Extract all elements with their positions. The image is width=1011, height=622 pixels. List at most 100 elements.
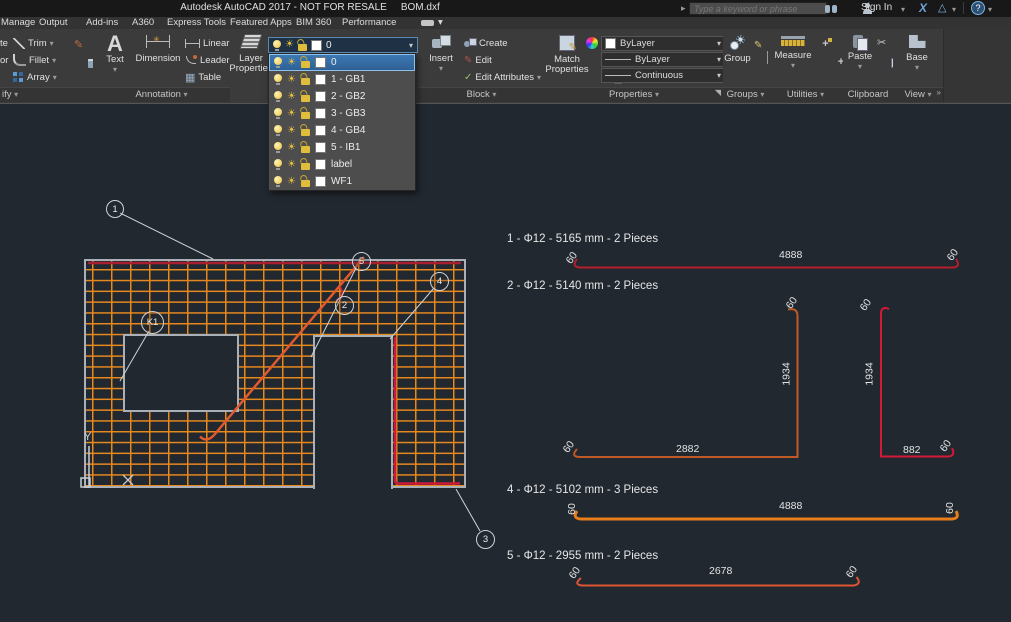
layer-on-icon[interactable] xyxy=(274,74,282,85)
properties-panel-label[interactable]: Properties ◥ xyxy=(545,87,723,102)
layer-color-swatch[interactable] xyxy=(315,159,326,170)
layer-thaw-icon[interactable] xyxy=(287,143,296,153)
utilities-panel-label[interactable]: Utilities xyxy=(768,87,843,102)
app-manager-icon[interactable]: △ xyxy=(938,1,946,15)
modify-panel-label[interactable]: ify xyxy=(0,87,93,102)
tab-output[interactable]: Output xyxy=(39,17,68,29)
app-manager-caret-icon[interactable] xyxy=(952,3,956,17)
layer-unlock-icon[interactable] xyxy=(301,112,310,119)
layer-row-gb4[interactable]: 4 - GB4 xyxy=(269,122,415,139)
view-panel-label[interactable]: View » xyxy=(893,87,943,102)
text-caret-icon[interactable] xyxy=(113,65,117,75)
layer-color-swatch[interactable] xyxy=(315,108,326,119)
array-button[interactable]: Array xyxy=(13,70,57,84)
tab-a360[interactable]: A360 xyxy=(132,17,154,29)
insert-button[interactable]: Insert xyxy=(424,35,458,74)
help-caret-icon[interactable] xyxy=(988,3,992,17)
base-button[interactable]: Base xyxy=(902,35,932,73)
layer-color-swatch[interactable] xyxy=(315,91,326,102)
base-caret-icon[interactable] xyxy=(915,63,919,73)
layer-unlock-icon[interactable] xyxy=(301,180,310,187)
layer-on-icon[interactable] xyxy=(274,176,282,187)
layer-on-icon[interactable] xyxy=(274,91,282,102)
layer-row-0[interactable]: 0 xyxy=(269,54,415,71)
modify-cut-label-1[interactable]: te xyxy=(0,38,8,49)
rebar-diagonal-bar[interactable] xyxy=(200,257,364,439)
schedule-item-5-title[interactable]: 5 - Φ12 - 2955 mm - 2 Pieces xyxy=(507,550,658,562)
table-button[interactable]: Table xyxy=(185,70,221,84)
balloon-4[interactable]: 4 xyxy=(430,272,449,291)
lineweight-dropdown-caret-icon[interactable] xyxy=(717,55,721,64)
tab-manage[interactable]: Manage xyxy=(1,17,35,29)
layer-on-icon[interactable] xyxy=(274,57,282,68)
match-properties-button[interactable]: Match Properties xyxy=(547,35,587,75)
sign-in-caret-icon[interactable] xyxy=(901,3,905,17)
balloon-2[interactable]: 2 xyxy=(335,296,354,315)
layer-on-icon[interactable] xyxy=(274,108,282,119)
groups-panel-label[interactable]: Groups xyxy=(723,87,768,102)
layer-row-ib1[interactable]: 5 - IB1 xyxy=(269,139,415,156)
edit-attributes-caret-icon[interactable] xyxy=(537,73,541,82)
layer-on-icon[interactable] xyxy=(274,142,282,153)
edit-block-button[interactable]: Edit xyxy=(464,53,492,67)
view-dialog-launcher-icon[interactable]: » xyxy=(937,86,941,100)
window-opening[interactable] xyxy=(124,335,238,411)
leader-balloon-4[interactable] xyxy=(390,288,434,339)
fillet-button[interactable]: Fillet xyxy=(13,53,56,67)
array-caret-icon[interactable] xyxy=(53,73,57,82)
layer-unlock-icon[interactable] xyxy=(301,163,310,170)
tab-add-ins[interactable]: Add-ins xyxy=(86,17,118,29)
schedule-bar-2a[interactable] xyxy=(574,309,797,457)
layer-color-swatch[interactable] xyxy=(315,176,326,187)
layer-thaw-icon[interactable] xyxy=(287,58,296,68)
layer-unlock-icon[interactable] xyxy=(301,129,310,136)
schedule-item-1-title[interactable]: 1 - Φ12 - 5165 mm - 2 Pieces xyxy=(507,233,658,245)
ribbon-display-caret-icon[interactable] xyxy=(438,17,443,29)
layer-unlock-icon[interactable] xyxy=(301,78,310,85)
layer-on-icon[interactable] xyxy=(274,125,282,136)
schedule-bar-5[interactable] xyxy=(577,577,859,586)
id-point-icon[interactable] xyxy=(820,39,831,50)
layer-color-swatch[interactable] xyxy=(315,142,326,153)
layer-thaw-icon[interactable] xyxy=(287,92,296,102)
rebar-l-bar-right-strip[interactable] xyxy=(395,337,460,484)
wall-panel-outline[interactable] xyxy=(85,260,465,487)
ribbon-display-toggle-icon[interactable] xyxy=(421,20,434,26)
tab-performance[interactable]: Performance xyxy=(342,17,396,29)
tab-express-tools[interactable]: Express Tools xyxy=(167,17,226,29)
door-opening-outline[interactable] xyxy=(314,336,392,489)
layer-unlock-icon[interactable] xyxy=(301,61,310,68)
linetype-dropdown[interactable]: Continuous xyxy=(601,68,725,83)
paste-button[interactable]: Paste xyxy=(846,34,874,72)
properties-dialog-launcher-icon[interactable]: ◥ xyxy=(715,86,721,100)
balloon-k1[interactable]: K1 xyxy=(141,311,164,334)
search-collapse-icon[interactable] xyxy=(681,1,686,15)
paste-caret-icon[interactable] xyxy=(858,62,862,72)
cut-icon[interactable] xyxy=(877,36,886,49)
layer-thaw-icon[interactable] xyxy=(287,160,296,170)
layer-on-icon[interactable] xyxy=(273,40,281,51)
schedule-bar-1[interactable] xyxy=(575,259,958,268)
leader-balloon-1[interactable] xyxy=(120,213,213,259)
layer-row-gb3[interactable]: 3 - GB3 xyxy=(269,105,415,122)
leader-balloon-3[interactable] xyxy=(456,489,480,531)
layer-row-gb2[interactable]: 2 - GB2 xyxy=(269,88,415,105)
layer-row-gb1[interactable]: 1 - GB1 xyxy=(269,71,415,88)
layer-row-wf1[interactable]: WF1 xyxy=(269,173,415,190)
layer-properties-button[interactable]: Layer Properties xyxy=(233,34,269,74)
erase-brush-icon[interactable] xyxy=(74,38,83,51)
measure-button[interactable]: Measure xyxy=(774,36,812,71)
balloon-3[interactable]: 3 xyxy=(476,530,495,549)
search-input[interactable] xyxy=(689,2,827,15)
layer-thaw-icon[interactable] xyxy=(287,126,296,136)
balloon-1[interactable]: 1 xyxy=(106,200,124,218)
layer-thaw-icon[interactable] xyxy=(287,177,296,187)
group-edit-icon[interactable] xyxy=(754,40,762,51)
object-color-dropdown[interactable]: ByLayer xyxy=(601,36,725,51)
dimension-button[interactable]: Dimension xyxy=(135,35,181,64)
block-panel-label[interactable]: Block xyxy=(418,87,545,102)
create-block-button[interactable]: Create xyxy=(464,36,508,50)
text-button[interactable]: A Text xyxy=(99,33,131,75)
edit-attributes-button[interactable]: Edit Attributes xyxy=(464,70,541,84)
modify-cut-label-2[interactable]: or xyxy=(0,55,8,66)
